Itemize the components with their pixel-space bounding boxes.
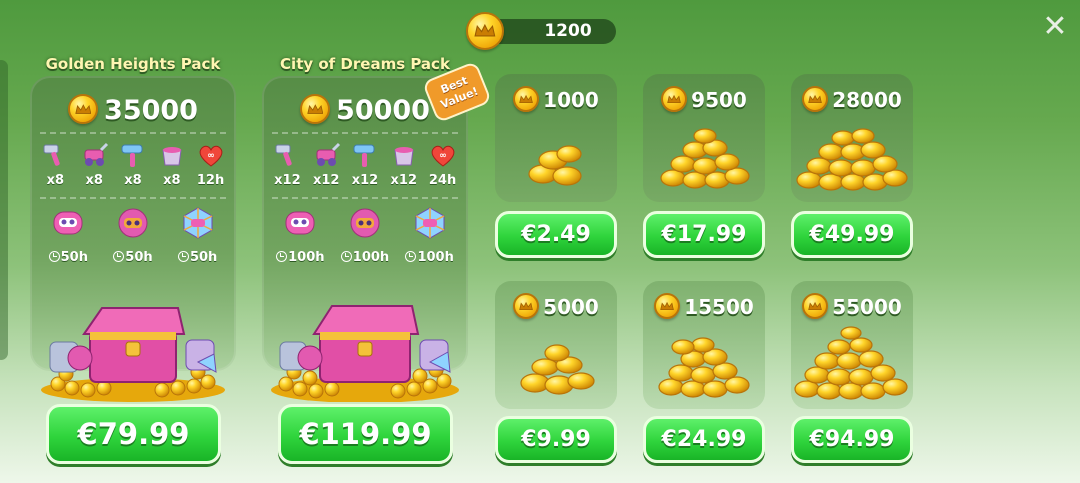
clock-icon <box>177 251 189 262</box>
clock-icon <box>405 251 417 262</box>
pack-item: x12 <box>346 142 384 188</box>
coin-offer-card[interactable]: 55000 <box>791 281 913 409</box>
pack-items: x12 x12 x12 x12 ∞ 24h <box>268 142 462 188</box>
heart-icon: ∞ <box>428 142 458 168</box>
buy-golden-heights-button[interactable]: €79.99 <box>46 404 221 464</box>
offscreen-pack-card[interactable] <box>0 60 8 360</box>
lawnmower-icon <box>311 142 341 168</box>
coin-offer-amount: 1000 <box>495 86 617 112</box>
coin-pile-image <box>796 128 908 191</box>
pack-items: x8 x8 x8 x8 ∞ 12h <box>36 142 230 188</box>
coin-icon <box>661 86 688 112</box>
paint-bucket-icon <box>157 142 187 168</box>
coin-pile-image <box>528 145 582 186</box>
treasure-chest-image <box>41 307 225 402</box>
pack-item: x12 <box>268 142 306 188</box>
lawnmower-icon <box>79 142 109 168</box>
coin-offer-amount: 28000 <box>791 86 913 112</box>
pack-item: x8 <box>75 142 113 188</box>
paint-roller-icon <box>350 142 380 168</box>
clock-icon <box>48 251 60 262</box>
buy-coins-button[interactable]: €9.99 <box>495 416 617 463</box>
pack-ticket: 50h <box>170 206 226 265</box>
clock-icon <box>276 251 288 262</box>
pack-item: x12 <box>307 142 345 188</box>
pack-tickets: 50h 50h 50h <box>36 206 230 265</box>
svg-text:∞: ∞ <box>439 151 447 161</box>
pack-item: x8 <box>153 142 191 188</box>
divider <box>40 132 226 134</box>
owl-ticket-icon <box>337 206 393 244</box>
svg-text:∞: ∞ <box>207 151 215 161</box>
pack-ticket: 100h <box>337 206 393 265</box>
buy-coins-button[interactable]: €2.49 <box>495 211 617 258</box>
diamond-ticket-icon <box>170 206 226 244</box>
pack-ticket: 50h <box>40 206 96 265</box>
mask-ticket-icon <box>40 206 96 244</box>
coin-icon <box>68 94 99 124</box>
coin-offer-card[interactable]: 28000 <box>791 74 913 202</box>
pack-item: ∞ 12h <box>192 142 230 188</box>
coin-pile-image <box>520 344 595 395</box>
buy-coins-button[interactable]: €17.99 <box>643 211 765 258</box>
hammer-icon <box>272 142 302 168</box>
pack-item: x8 <box>114 142 152 188</box>
coin-icon <box>654 293 681 319</box>
pack-item: x12 <box>385 142 423 188</box>
close-icon[interactable]: ✕ <box>1040 12 1070 42</box>
coin-icon <box>802 293 829 319</box>
heart-icon: ∞ <box>196 142 226 168</box>
clock-icon <box>340 251 352 262</box>
clock-icon <box>113 251 125 262</box>
pack-tickets: 100h 100h 100h <box>268 206 462 265</box>
coin-offer-card[interactable]: 5000 <box>495 281 617 409</box>
pack-coin-amount: 35000 <box>30 94 236 126</box>
pack-title: City of Dreams Pack <box>280 55 450 73</box>
divider <box>272 132 458 134</box>
hammer-icon <box>40 142 70 168</box>
coin-balance-amount: 1200 <box>544 21 592 41</box>
paint-bucket-icon <box>389 142 419 168</box>
coin-icon <box>802 86 829 112</box>
coin-icon <box>466 12 504 50</box>
buy-coins-button[interactable]: €94.99 <box>791 416 913 463</box>
coin-offer-card[interactable]: 15500 <box>643 281 765 409</box>
pack-ticket: 50h <box>105 206 161 265</box>
pack-item: ∞ 24h <box>424 142 462 188</box>
diamond-ticket-icon <box>402 206 458 244</box>
coin-offer-amount: 5000 <box>495 293 617 319</box>
coin-icon <box>513 86 540 112</box>
divider <box>40 197 226 199</box>
coin-offer-amount: 9500 <box>643 86 765 112</box>
coin-offer-amount: 55000 <box>791 293 913 319</box>
pack-ticket: 100h <box>272 206 328 265</box>
treasure-chest-image <box>271 305 459 402</box>
coin-offer-card[interactable]: 9500 <box>643 74 765 202</box>
coin-pile-image <box>660 128 750 189</box>
owl-ticket-icon <box>105 206 161 244</box>
coin-pile-image <box>794 326 908 400</box>
coin-pile-image <box>658 337 750 398</box>
coin-offer-amount: 15500 <box>643 293 765 319</box>
pack-card-city-of-dreams[interactable]: 50000 x12 x12 x12 x12 ∞ 24h 100h 100h 10… <box>262 76 468 402</box>
coin-offer-card[interactable]: 1000 <box>495 74 617 202</box>
buy-coins-button[interactable]: €49.99 <box>791 211 913 258</box>
pack-card-golden-heights[interactable]: 35000 x8 x8 x8 x8 ∞ 12h 50h 50h 50h <box>30 76 236 402</box>
buy-coins-button[interactable]: €24.99 <box>643 416 765 463</box>
pack-title: Golden Heights Pack <box>45 55 221 73</box>
mask-ticket-icon <box>272 206 328 244</box>
paint-roller-icon <box>118 142 148 168</box>
divider <box>272 197 458 199</box>
pack-ticket: 100h <box>402 206 458 265</box>
coin-icon <box>513 293 540 319</box>
pack-item: x8 <box>36 142 74 188</box>
coin-icon <box>300 94 331 124</box>
buy-city-of-dreams-button[interactable]: €119.99 <box>278 404 453 464</box>
